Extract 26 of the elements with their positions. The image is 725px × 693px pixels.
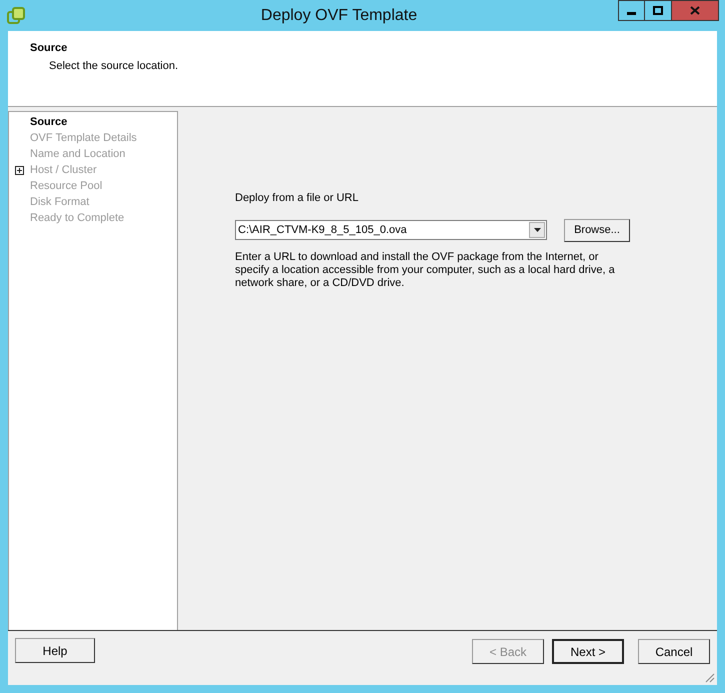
dialog-button[interactable]: Cancel — [638, 639, 710, 664]
maximize-button[interactable] — [645, 0, 672, 21]
page-subtitle: Select the source location. — [48, 58, 178, 74]
step-item: Name and Location — [30, 146, 126, 162]
source-label: Deploy from a file or URL — [235, 191, 358, 206]
step-item: Host / Cluster — [30, 162, 97, 178]
minimize-button[interactable] — [618, 0, 645, 21]
source-help-text: Enter a URL to download and install the OVF package from the Internet, or specify a location accessible from your computer, such as a local hard drive, a network share, or a CD/DVD drive. — [235, 250, 615, 290]
step-item: OVF Template Details — [30, 130, 137, 146]
step-item: Ready to Complete — [30, 210, 124, 226]
close-button[interactable] — [672, 0, 719, 21]
app-logo-icon — [7, 7, 25, 24]
close-icon — [690, 6, 700, 15]
page-heading: Source — [30, 41, 68, 56]
dropdown-button[interactable] — [529, 222, 545, 238]
resize-grip-icon — [703, 671, 715, 683]
browse-button[interactable]: Browse... — [564, 218, 630, 242]
dialog-button[interactable]: Help — [15, 638, 95, 663]
source-combobox[interactable]: C:\AIR_CTVM-K9_8_5_105_0.ova — [235, 220, 547, 240]
dialog-button[interactable]: Next > — [552, 639, 624, 664]
step-item: Disk Format — [30, 194, 90, 210]
window-title: Deploy OVF Template — [260, 6, 418, 26]
step-item: Resource Pool — [30, 178, 102, 194]
plus-box-icon[interactable] — [15, 166, 24, 174]
caret-icon — [534, 228, 540, 232]
step-item: Source — [30, 114, 68, 130]
